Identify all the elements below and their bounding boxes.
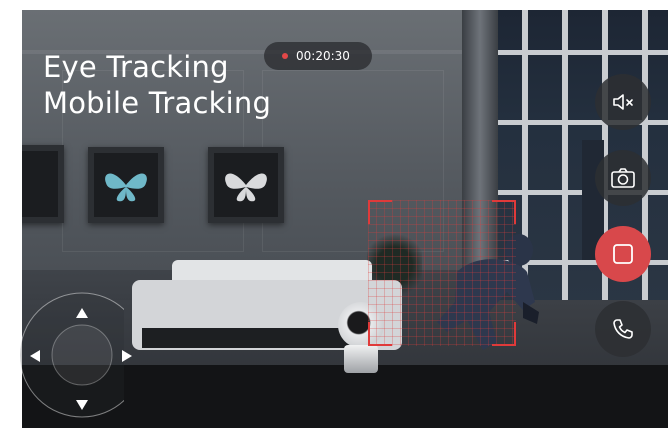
wall-picture-butterfly-white xyxy=(208,147,284,223)
recording-timer: 00:20:30 xyxy=(264,42,372,70)
title-eye-tracking: Eye Tracking xyxy=(43,50,229,84)
snapshot-button[interactable] xyxy=(595,150,651,206)
tracking-corner xyxy=(492,200,516,224)
recording-dot-icon xyxy=(282,53,288,59)
coffee-table xyxy=(142,328,362,348)
arrow-right-icon[interactable] xyxy=(122,350,132,362)
wall-picture-butterfly-blue xyxy=(88,147,164,223)
arrow-left-icon[interactable] xyxy=(30,350,40,362)
butterfly-icon xyxy=(225,173,267,202)
tracking-corner xyxy=(368,200,392,224)
arrow-up-icon[interactable] xyxy=(76,308,88,318)
tracking-box xyxy=(368,200,516,346)
tracking-corner xyxy=(492,322,516,346)
arrow-down-icon[interactable] xyxy=(76,400,88,410)
call-button[interactable] xyxy=(595,301,651,357)
record-stop-icon xyxy=(613,244,633,264)
record-button[interactable] xyxy=(595,226,651,282)
security-camera-base xyxy=(344,345,378,373)
tracking-corner xyxy=(368,322,392,346)
speaker-mute-icon xyxy=(613,94,633,110)
title-mobile-tracking: Mobile Tracking xyxy=(43,86,272,120)
mute-button[interactable] xyxy=(595,74,651,130)
phone-icon xyxy=(613,319,633,339)
recording-time: 00:20:30 xyxy=(296,49,350,63)
butterfly-icon xyxy=(105,173,147,202)
wall-picture xyxy=(22,145,64,223)
camera-icon xyxy=(611,168,635,188)
pan-tilt-joystick[interactable] xyxy=(0,283,124,418)
